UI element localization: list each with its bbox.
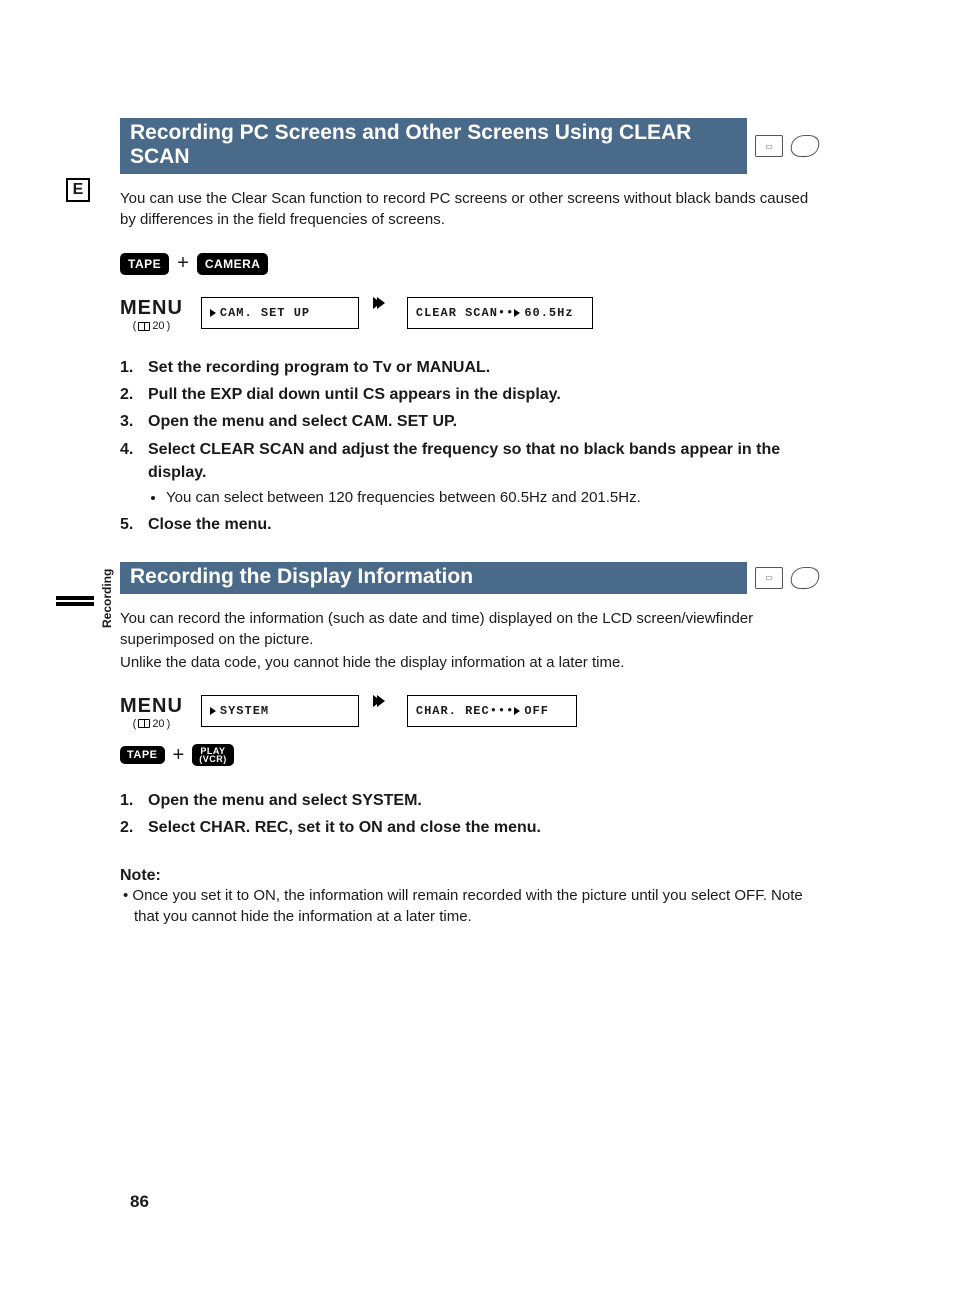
tape-pill: TAPE <box>120 253 169 275</box>
book-icon <box>138 719 150 728</box>
menu-box-clear-scan: CLEAR SCAN•• 60.5Hz <box>407 297 593 329</box>
card-mode-icon <box>789 567 821 589</box>
step-4: Select CLEAR SCAN and adjust the frequen… <box>120 438 819 509</box>
language-indicator: E <box>66 178 90 202</box>
page-content: E Recording Recording PC Screens and Oth… <box>0 0 954 927</box>
plus-icon: + <box>177 252 189 275</box>
section2-intro-2: Unlike the data code, you cannot hide th… <box>120 652 819 673</box>
menu-box4-right: OFF <box>524 704 549 718</box>
menu-box-char-rec: CHAR. REC••• OFF <box>407 695 577 727</box>
menu-box-system: SYSTEM <box>201 695 359 727</box>
section1-steps: Set the recording program to Tv or MANUA… <box>120 356 819 536</box>
page-number: 86 <box>130 1192 149 1212</box>
double-triangle-icon <box>377 695 385 707</box>
play-vcr-pill: PLAY (VCR) <box>192 744 234 766</box>
menu-box-cam-setup: CAM. SET UP <box>201 297 359 329</box>
double-triangle-icon <box>377 297 385 309</box>
menu-box3-text: SYSTEM <box>220 704 269 718</box>
section2-menu-row: MENU ( 20) SYSTEM CHAR. REC••• OFF <box>120 695 819 730</box>
plus-icon: + <box>173 744 185 767</box>
menu-page-ref: ( 20) <box>120 718 183 730</box>
section2-intro-1: You can record the information (such as … <box>120 608 819 650</box>
tape-mode-icon: ▭ <box>755 567 783 589</box>
section2-steps: Open the menu and select SYSTEM. Select … <box>120 789 819 839</box>
step-5: Close the menu. <box>120 513 819 536</box>
book-icon <box>138 322 150 331</box>
menu-label-block: MENU ( 20) <box>120 297 183 332</box>
tape-mode-icon: ▭ <box>755 135 783 157</box>
section1-mode-row: TAPE + CAMERA <box>120 252 819 275</box>
triangle-icon <box>210 707 216 715</box>
camera-pill: CAMERA <box>197 253 269 275</box>
section1-menu-row: MENU ( 20) CAM. SET UP CLEAR SCAN•• 60.5H… <box>120 297 819 332</box>
step-2: Pull the EXP dial down until CS appears … <box>120 383 819 406</box>
triangle-icon <box>514 309 520 317</box>
dots: ••• <box>490 704 515 718</box>
menu-box4-left: CHAR. REC <box>416 704 490 718</box>
triangle-icon <box>210 309 216 317</box>
section-marker-label: Recording <box>100 569 114 628</box>
dots: •• <box>498 306 514 320</box>
menu-label-block: MENU ( 20) <box>120 695 183 730</box>
card-mode-icon <box>789 135 821 157</box>
note-body: • Once you set it to ON, the information… <box>120 885 819 927</box>
menu-page-ref: ( 20) <box>120 320 183 332</box>
step-2: Select CHAR. REC, set it to ON and close… <box>120 816 819 839</box>
step-1: Open the menu and select SYSTEM. <box>120 789 819 812</box>
section2-mode-row: TAPE + PLAY (VCR) <box>120 744 819 767</box>
section1-title: Recording PC Screens and Other Screens U… <box>120 118 747 174</box>
tape-pill: TAPE <box>120 746 165 764</box>
menu-word: MENU <box>120 297 183 320</box>
section1-header: Recording PC Screens and Other Screens U… <box>120 118 819 174</box>
menu-word: MENU <box>120 695 183 718</box>
menu-page-num: 20 <box>152 320 164 332</box>
step-1: Set the recording program to Tv or MANUA… <box>120 356 819 379</box>
section2-title: Recording the Display Information <box>120 562 747 594</box>
triangle-icon <box>514 707 520 715</box>
menu-box2-left: CLEAR SCAN <box>416 306 498 320</box>
section2-header: Recording the Display Information ▭ <box>120 562 819 594</box>
step-3: Open the menu and select CAM. SET UP. <box>120 410 819 433</box>
section1-intro: You can use the Clear Scan function to r… <box>120 188 819 230</box>
menu-page-num: 20 <box>152 718 164 730</box>
menu-box2-right: 60.5Hz <box>524 306 573 320</box>
play-pill-bot: (VCR) <box>199 755 227 763</box>
section-marker-bars <box>56 596 94 600</box>
note-heading: Note: <box>120 867 819 885</box>
step-4-bullet: You can select between 120 frequencies b… <box>166 487 819 509</box>
step-4-text: Select CLEAR SCAN and adjust the frequen… <box>148 441 780 481</box>
menu-box1-text: CAM. SET UP <box>220 306 310 320</box>
